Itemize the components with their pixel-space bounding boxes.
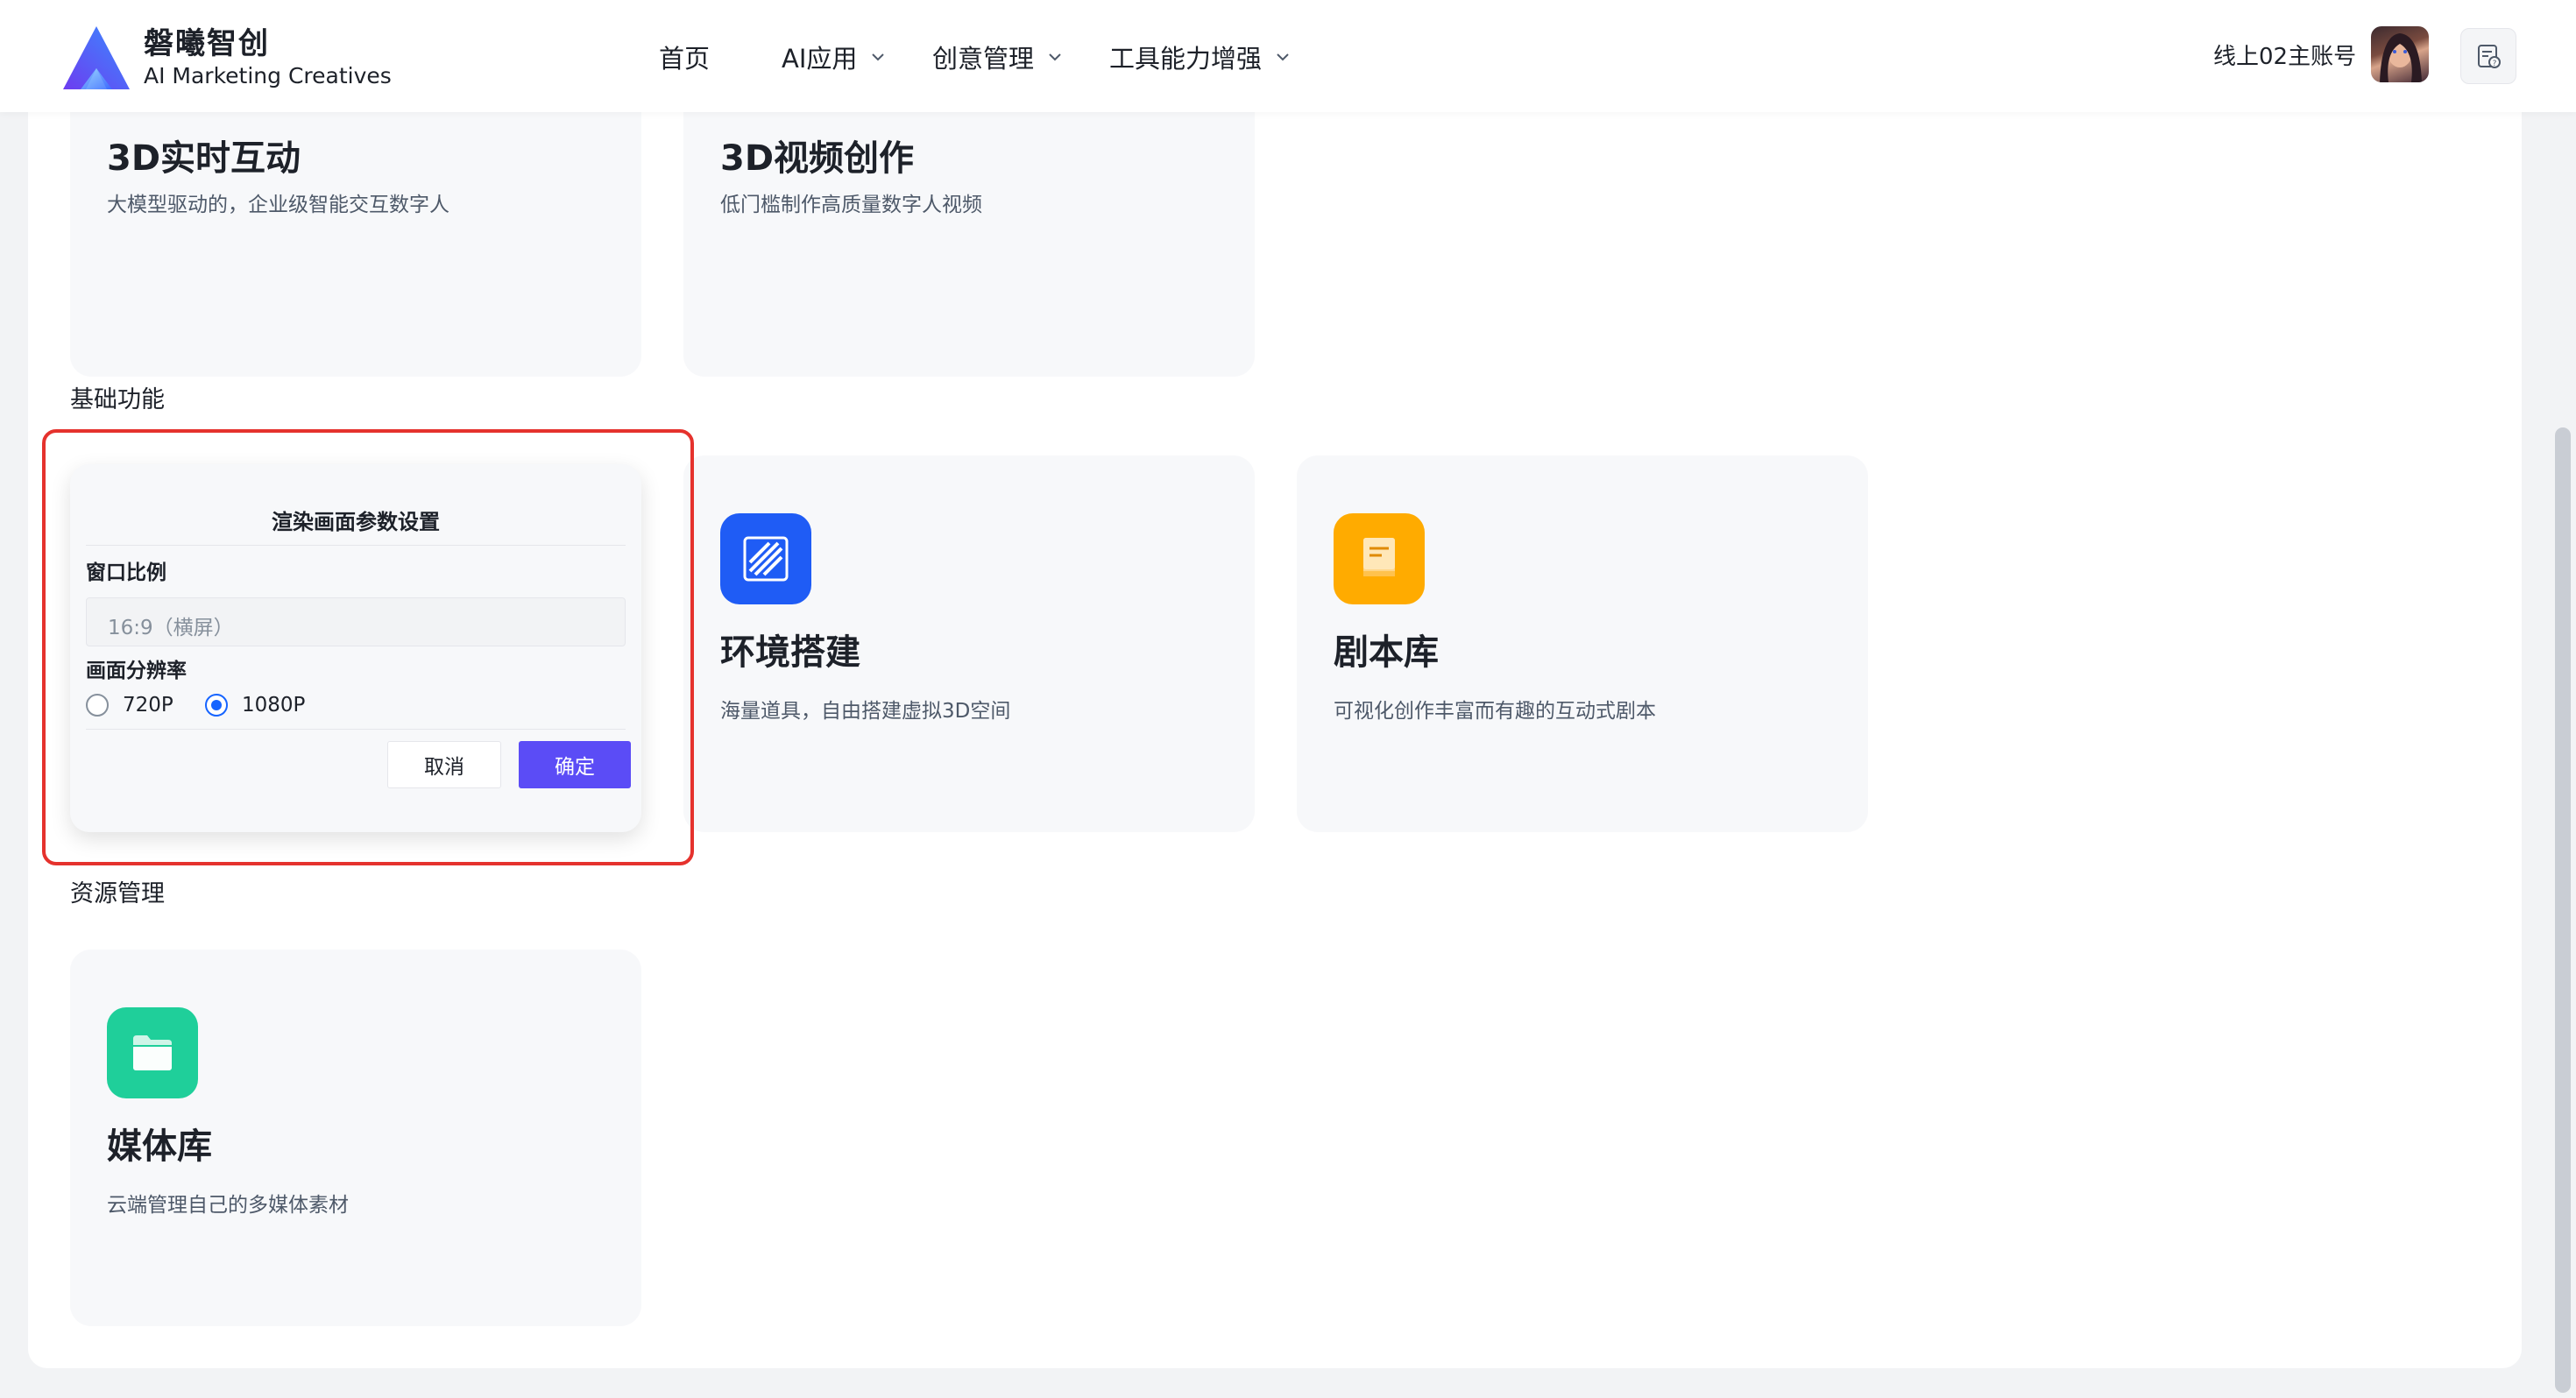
folder-icon bbox=[107, 1007, 198, 1098]
ratio-select-value: 16:9（横屏） bbox=[108, 617, 234, 639]
card-description: 低门槛制作高质量数字人视频 bbox=[720, 194, 982, 216]
dialog-title: 渲染画面参数设置 bbox=[272, 510, 440, 534]
script-book-icon bbox=[1334, 513, 1425, 604]
resolution-label: 画面分辨率 bbox=[86, 660, 187, 682]
scrollbar-thumb[interactable] bbox=[2555, 427, 2571, 1393]
brand-logo-icon[interactable] bbox=[61, 25, 131, 91]
card-description: 可视化创作丰富而有趣的互动式剧本 bbox=[1334, 700, 1656, 723]
section-title-basic: 基础功能 bbox=[70, 386, 165, 413]
nav-ai-apps-label: AI应用 bbox=[782, 44, 858, 74]
nav-tool-enhancement[interactable]: 工具能力增强 bbox=[1109, 39, 1292, 75]
nav-home[interactable]: 首页 bbox=[659, 39, 710, 75]
brand-subtitle: AI Marketing Creatives bbox=[144, 63, 392, 88]
confirm-button[interactable]: 确定 bbox=[519, 741, 631, 788]
nav-creative-management-label: 创意管理 bbox=[932, 44, 1035, 74]
card-description: 云端管理自己的多媒体素材 bbox=[107, 1194, 349, 1217]
brand-name: 磐曦智创 bbox=[144, 26, 270, 61]
dialog-divider bbox=[86, 729, 626, 730]
help-document-button[interactable]: ? bbox=[2460, 28, 2516, 84]
radio-circle-icon bbox=[86, 694, 109, 717]
user-account-name[interactable]: 线上02主账号 bbox=[2213, 39, 2356, 71]
ratio-select[interactable]: 16:9（横屏） bbox=[86, 597, 626, 646]
card-title: 剧本库 bbox=[1334, 632, 1439, 673]
card-title: 媒体库 bbox=[107, 1126, 212, 1167]
top-header: 磐曦智创 AI Marketing Creatives 首页 AI应用 创意管理… bbox=[0, 0, 2576, 112]
avatar[interactable] bbox=[2371, 26, 2429, 82]
card-media-library[interactable]: 媒体库 云端管理自己的多媒体素材 bbox=[70, 950, 641, 1326]
radio-1080p-label: 1080P bbox=[242, 694, 306, 717]
card-description: 大模型驱动的，企业级智能交互数字人 bbox=[107, 194, 449, 216]
chevron-down-icon bbox=[872, 53, 885, 61]
section-title-resources: 资源管理 bbox=[70, 880, 165, 907]
dialog-divider bbox=[86, 545, 626, 546]
ratio-label: 窗口比例 bbox=[86, 561, 166, 584]
nav-creative-management[interactable]: 创意管理 bbox=[932, 39, 1064, 75]
card-title: 环境搭建 bbox=[720, 632, 860, 673]
radio-720p[interactable]: 720P bbox=[86, 694, 173, 717]
radio-1080p[interactable]: 1080P bbox=[205, 694, 305, 717]
render-settings-dialog: 渲染画面参数设置 窗口比例 16:9（横屏） 画面分辨率 720P 1080P … bbox=[70, 464, 641, 832]
card-title: 3D视频创作 bbox=[720, 138, 915, 179]
card-title: 3D实时互动 bbox=[107, 138, 301, 179]
environment-stripes-icon bbox=[720, 513, 811, 604]
nav-tool-enhancement-label: 工具能力增强 bbox=[1109, 44, 1263, 74]
help-document-icon: ? bbox=[2478, 45, 2501, 68]
card-description: 海量道具，自由搭建虚拟3D空间 bbox=[720, 700, 1011, 723]
chevron-down-icon bbox=[1277, 53, 1289, 61]
svg-text:?: ? bbox=[2493, 60, 2497, 68]
card-environment-building[interactable]: 环境搭建 海量道具，自由搭建虚拟3D空间 bbox=[683, 455, 1255, 832]
cancel-button[interactable]: 取消 bbox=[387, 741, 501, 788]
nav-home-label: 首页 bbox=[659, 44, 711, 74]
nav-ai-apps[interactable]: AI应用 bbox=[782, 39, 887, 75]
card-script-library[interactable]: 剧本库 可视化创作丰富而有趣的互动式剧本 bbox=[1297, 455, 1868, 832]
radio-720p-label: 720P bbox=[123, 694, 173, 717]
chevron-down-icon bbox=[1049, 53, 1061, 61]
avatar-portrait-icon bbox=[2380, 33, 2422, 82]
radio-checked-icon bbox=[205, 694, 228, 717]
